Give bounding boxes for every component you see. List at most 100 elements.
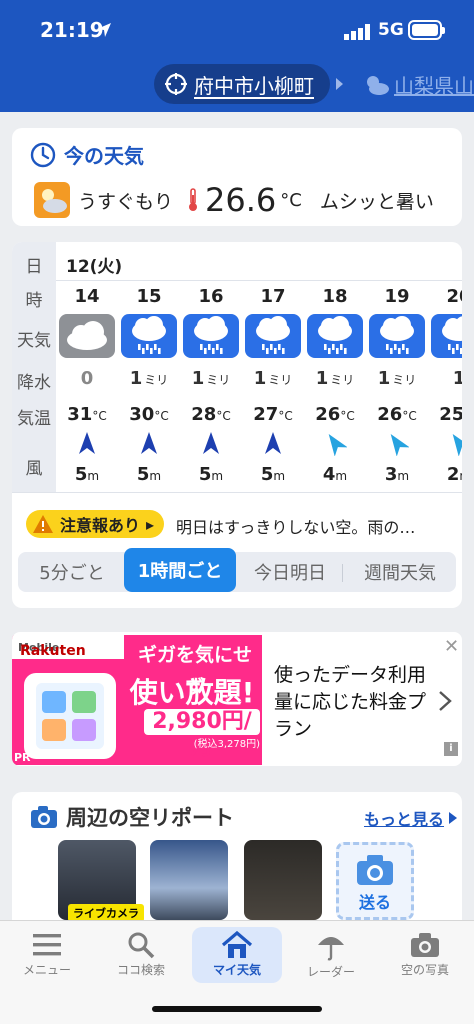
wind-direction-icon [390, 433, 409, 456]
forecast-hour: 15 [136, 286, 162, 307]
forecast-hour: 16 [198, 286, 224, 307]
rain-icon [245, 314, 301, 358]
forecast-temp: 26°C [377, 404, 417, 425]
forecast-wind-speed: 5m [198, 464, 224, 485]
forecast-column[interactable]: 19 1 ミリ 26°C 3m [366, 242, 428, 492]
forecast-column[interactable]: 20 1 25°C 2m [428, 242, 462, 492]
forecast-wind-speed: 2m [446, 464, 462, 485]
alert-badge[interactable]: 注意報あり ▸ [26, 510, 165, 538]
forecast-rain: 1 ミリ [253, 368, 293, 389]
forecast-column[interactable]: 16 1 ミリ 28°C 5m [180, 242, 242, 492]
label-temp: 気温 [17, 409, 51, 429]
wind-direction-icon [328, 433, 347, 456]
current-weather-card[interactable]: 今の天気 うすぐもり 26.6 °C ムシッと暑い [12, 128, 462, 226]
current-location-label: 府中市小柳町 [194, 73, 314, 98]
forecast-rain: 1 ミリ [191, 368, 231, 389]
ad-headline-2: 使い放題! [129, 676, 255, 709]
forecast-wind-speed: 5m [136, 464, 162, 485]
home-icon [221, 931, 253, 958]
thermometer-icon [189, 188, 198, 211]
clock-icon [30, 142, 56, 167]
chevron-right-icon [439, 691, 452, 711]
forecast-column[interactable]: 18 1 ミリ 26°C 4m [304, 242, 366, 492]
close-icon[interactable]: ✕ [444, 636, 459, 657]
camera-icon [357, 855, 393, 885]
forecast-temp: 31°C [67, 404, 107, 425]
label-rain: 降水 [17, 373, 51, 393]
app-header: 21:19 5G 府中市小柳町 山梨県山 [0, 0, 474, 112]
forecast-hour: 20 [446, 286, 462, 307]
forecast-column[interactable]: 15 1 ミリ 30°C 5m [118, 242, 180, 492]
alert-summary[interactable]: 明日はすっきりしない空。雨の… [176, 514, 456, 538]
forecast-rain: 1 [452, 368, 462, 389]
cloudy-icon [59, 314, 115, 358]
forecast-temp: 26°C [315, 404, 355, 425]
umbrella-icon [318, 937, 344, 961]
forecast-hour: 14 [74, 286, 100, 307]
info-icon[interactable]: i [444, 742, 458, 756]
tab-menu[interactable]: メニュー [2, 927, 92, 983]
forecast-temp: 28°C [191, 404, 231, 425]
ad-price: 2,980円/月 [144, 709, 260, 760]
ad-banner[interactable]: Rakuten Mobile ギガを気にせず 使い放題! 2,980円/月 (税込… [12, 632, 462, 766]
network-type: 5G [378, 20, 404, 40]
current-temperature: 26.6 [205, 181, 277, 219]
sky-photo-thumbnail[interactable] [150, 840, 228, 920]
forecast-hour: 18 [322, 286, 348, 307]
send-photo-button[interactable]: 送る [336, 842, 414, 920]
forecast-wind-speed: 5m [74, 464, 100, 485]
forecast-rain: 1 ミリ [377, 368, 417, 389]
partly-cloudy-night-icon [367, 75, 389, 95]
forecast-column[interactable]: 14 0 31°C 5m [56, 242, 118, 492]
phone-illustration [24, 673, 116, 759]
forecast-temp: 25°C [439, 404, 462, 425]
feels-like-text: ムシッと暑い [319, 190, 434, 213]
tab-radar[interactable]: レーダー [286, 927, 376, 983]
ad-price-note: (税込3,278円) [193, 739, 260, 750]
more-link[interactable]: もっと見る [364, 806, 458, 830]
search-icon [128, 932, 155, 959]
rain-icon [121, 314, 177, 358]
wind-direction-icon [79, 432, 95, 454]
current-temperature-unit: °C [280, 189, 302, 211]
sky-photo-thumbnail[interactable] [244, 840, 322, 920]
tab-today-tomorrow[interactable]: 今日明日 [238, 552, 342, 592]
location-arrow-icon [97, 23, 111, 37]
tab-5min[interactable]: 5分ごと [18, 552, 126, 592]
wind-direction-icon [203, 432, 219, 454]
forecast-hour: 19 [384, 286, 410, 307]
tab-sky-photos[interactable]: 空の写真 [380, 927, 470, 983]
partly-cloudy-icon [34, 182, 70, 218]
forecast-bottom-line [12, 492, 462, 493]
rain-icon [183, 314, 239, 358]
current-location-button[interactable]: 府中市小柳町 [154, 64, 330, 104]
label-weather: 天気 [17, 331, 51, 351]
forecast-row-labels: 日 時 天気 降水 気温 風 [12, 242, 56, 492]
forecast-hour: 17 [260, 286, 286, 307]
label-time: 時 [25, 291, 43, 311]
forecast-rain: 0 [80, 368, 94, 389]
menu-icon [33, 934, 61, 956]
forecast-column[interactable]: 17 1 ミリ 27°C 5m [242, 242, 304, 492]
ad-copy: 使ったデータ利用量に応じた料金プラン [274, 664, 427, 740]
home-indicator [152, 1006, 322, 1012]
wind-direction-icon [141, 432, 157, 454]
next-location-button[interactable]: 山梨県山 [364, 70, 474, 99]
alert-label: 注意報あり [60, 516, 141, 535]
chevron-right-icon [449, 812, 458, 824]
tab-my-weather[interactable]: マイ天気 [192, 927, 282, 983]
alert-chevron-icon: ▸ [146, 514, 155, 534]
tab-hourly[interactable]: 1時間ごと [124, 548, 236, 592]
wind-direction-icon [265, 432, 281, 454]
warning-icon [33, 515, 53, 533]
tab-weekly[interactable]: 週間天気 [344, 552, 456, 592]
forecast-wind-speed: 4m [322, 464, 348, 485]
label-day: 日 [25, 257, 43, 277]
current-weather-title: 今の天気 [30, 140, 144, 169]
forecast-temp: 30°C [129, 404, 169, 425]
tab-search[interactable]: ココ検索 [96, 927, 186, 983]
rain-icon [369, 314, 425, 358]
forecast-rain: 1 ミリ [315, 368, 355, 389]
status-bar: 21:19 5G [0, 0, 474, 62]
forecast-rain: 1 ミリ [129, 368, 169, 389]
